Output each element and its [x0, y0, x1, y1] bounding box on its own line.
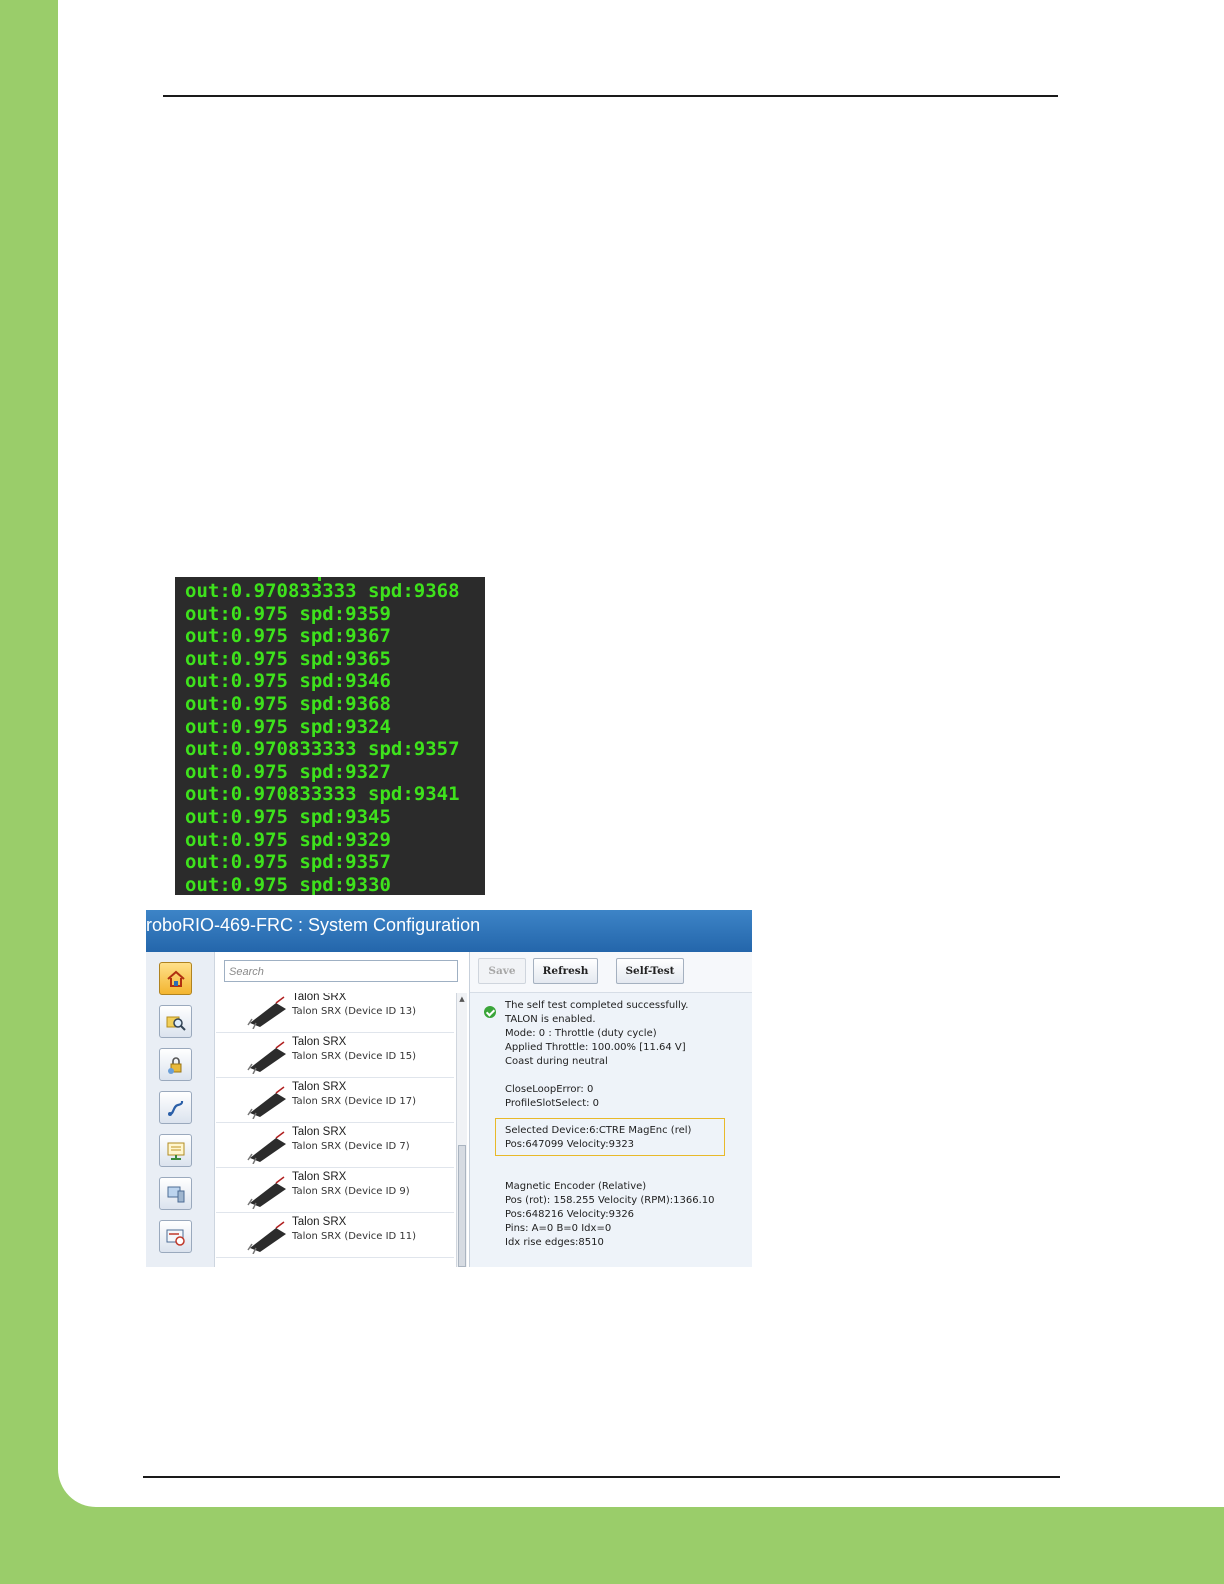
talon-srx-icon: [247, 1221, 286, 1254]
loop-line: CloseLoopError: 0: [505, 1084, 594, 1095]
device-name: Talon SRX: [292, 1036, 347, 1048]
console-line: out:0.975 spd:9357: [185, 851, 391, 874]
encoder-line: Pins: A=0 B=0 Idx=0: [505, 1223, 612, 1234]
status-line: The self test completed successfully.: [505, 1000, 689, 1011]
talon-srx-icon: [247, 1086, 286, 1119]
status-line: Mode: 0 : Throttle (duty cycle): [505, 1028, 657, 1039]
status-line: TALON is enabled.: [505, 1014, 596, 1025]
status-line: Applied Throttle: 100.00% [11.64 V]: [505, 1042, 686, 1053]
selected-device-line: Pos:647099 Velocity:9323: [505, 1139, 635, 1150]
list-item[interactable]: Talon SRX Talon SRX (Device ID 9): [216, 1167, 454, 1213]
console-line: out:0.975 spd:9346: [185, 670, 391, 693]
monitor-icon[interactable]: [159, 1177, 192, 1210]
console-line: out:0.975 spd:9329: [185, 828, 391, 851]
console-output: out:0.970833333 spd:9368 out:0.975 spd:9…: [175, 577, 485, 895]
talon-srx-icon: [247, 1176, 286, 1209]
selected-device-line: Selected Device:6:CTRE MagEnc (rel): [505, 1125, 692, 1136]
header-rule: [163, 95, 1058, 97]
console-line: out:0.975 spd:9324: [185, 715, 391, 738]
console-line: out:0.975 spd:9327: [185, 760, 391, 783]
console-cursor-mark: [318, 577, 321, 581]
search-input[interactable]: Search: [224, 960, 458, 982]
action-toolbar: Save Refresh Self-Test: [470, 952, 752, 993]
talon-srx-icon: [247, 996, 286, 1029]
device-subtitle: Talon SRX (Device ID 13): [292, 1006, 417, 1017]
list-item[interactable]: Talon SRX Talon SRX (Device ID 13): [216, 993, 454, 1033]
loop-line: ProfileSlotSelect: 0: [505, 1098, 600, 1109]
encoder-line: Pos (rot): 158.255 Velocity (RPM):1366.1…: [505, 1195, 715, 1206]
console-line: out:0.970833333 spd:9357: [185, 738, 460, 761]
window-title: roboRIO-469-FRC : System Configuration: [146, 915, 481, 935]
device-name: Talon SRX: [292, 1081, 347, 1093]
list-item[interactable]: Talon SRX Talon SRX (Device ID 7): [216, 1122, 454, 1168]
device-name: Talon SRX: [292, 1216, 347, 1228]
success-check-icon: [484, 1006, 496, 1018]
console-line: out:0.975 spd:9345: [185, 805, 391, 828]
list-scrollbar[interactable]: ▲: [456, 993, 467, 1267]
encoder-line: Magnetic Encoder (Relative): [505, 1181, 647, 1192]
device-subtitle: Talon SRX (Device ID 17): [292, 1096, 417, 1107]
browse-search-icon[interactable]: [159, 1005, 192, 1038]
window-title-bar: roboRIO-469-FRC : System Configuration: [146, 910, 752, 952]
system-configuration-window: roboRIO-469-FRC : System Configuration S…: [146, 910, 752, 1267]
console-line: out:0.975 spd:9330: [185, 873, 391, 895]
status-line: Coast during neutral: [505, 1056, 608, 1067]
device-list: Talon SRX Talon SRX (Device ID 13) Talon…: [216, 993, 454, 1267]
refresh-button[interactable]: Refresh: [533, 958, 598, 984]
selected-device-highlight: [495, 1118, 725, 1156]
list-item[interactable]: Talon SRX Talon SRX (Device ID 17): [216, 1077, 454, 1123]
talon-srx-icon: [247, 1131, 286, 1164]
home-icon[interactable]: [159, 962, 192, 995]
list-item[interactable]: Talon SRX Talon SRX (Device ID 15): [216, 1032, 454, 1078]
device-subtitle: Talon SRX (Device ID 15): [292, 1051, 417, 1062]
settings-icon[interactable]: [159, 1220, 192, 1253]
device-detail-panel: Save Refresh Self-Test The self test com…: [469, 952, 752, 1267]
talon-srx-icon: [247, 1041, 286, 1074]
console-line: out:0.970833333 spd:9341: [185, 783, 460, 806]
window-body: Search Talon SRX Talon SRX (Device ID 13…: [146, 952, 752, 1267]
scroll-up-arrow-icon[interactable]: ▲: [457, 995, 467, 1003]
toolbar-sidebar: [146, 952, 215, 1267]
console-line: out:0.975 spd:9365: [185, 647, 391, 670]
console-line: out:0.975 spd:9368: [185, 692, 391, 715]
device-name: Talon SRX: [292, 993, 347, 1003]
console-line: out:0.975 spd:9359: [185, 602, 391, 625]
console-line: out:0.970833333 spd:9368: [185, 580, 460, 602]
save-button[interactable]: Save: [478, 958, 526, 984]
scrollbar-thumb[interactable]: [458, 1145, 466, 1267]
self-test-button[interactable]: Self-Test: [616, 958, 684, 984]
device-subtitle: Talon SRX (Device ID 7): [292, 1141, 410, 1152]
document-page: out:0.970833333 spd:9368 out:0.975 spd:9…: [58, 0, 1224, 1507]
console-line: out:0.975 spd:9367: [185, 625, 391, 648]
footer-rule: [143, 1476, 1060, 1478]
encoder-line: Pos:648216 Velocity:9326: [505, 1209, 635, 1220]
device-list-panel: Search Talon SRX Talon SRX (Device ID 13…: [216, 952, 468, 1267]
encoder-line: Idx rise edges:8510: [505, 1237, 604, 1248]
device-name: Talon SRX: [292, 1126, 347, 1138]
device-subtitle: Talon SRX (Device ID 11): [292, 1231, 417, 1242]
device-name: Talon SRX: [292, 1171, 347, 1183]
network-icon[interactable]: [159, 1091, 192, 1124]
lock-icon[interactable]: [159, 1048, 192, 1081]
display-icon[interactable]: [159, 1134, 192, 1167]
device-subtitle: Talon SRX (Device ID 9): [292, 1186, 410, 1197]
list-item[interactable]: Talon SRX Talon SRX (Device ID 11): [216, 1212, 454, 1258]
